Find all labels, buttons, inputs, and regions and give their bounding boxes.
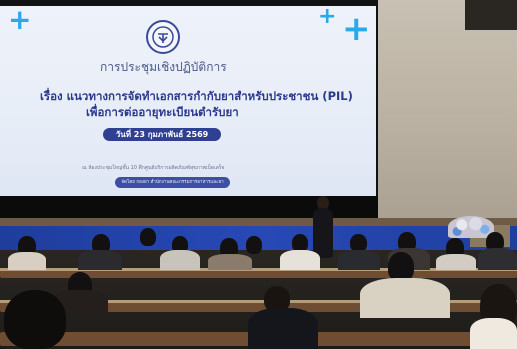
audience-member [4, 290, 66, 349]
audience-member [208, 254, 252, 270]
plus-decoration-icon: + [342, 9, 371, 49]
audience-member [360, 278, 450, 318]
seminar-photo: + + + การประชุมเชิงปฏิบัติการ เรื่อง แนว… [0, 0, 517, 349]
audience-member [338, 250, 380, 270]
plus-decoration-icon: + [8, 6, 32, 36]
audience-member [478, 248, 517, 270]
audience-member [140, 228, 156, 246]
right-wall [378, 0, 517, 235]
audience-member [280, 250, 320, 270]
projector-screen-frame: + + + การประชุมเชิงปฏิบัติการ เรื่อง แนว… [0, 0, 378, 220]
fda-logo-icon [146, 20, 180, 54]
audience [0, 228, 517, 349]
slide-title-line2: เพื่อการต่ออายุทะเบียนตำรับยา [86, 105, 239, 119]
slide-date-badge: วันที่ 23 กุมภาพันธ์ 2569 [103, 128, 221, 141]
ceiling-corner [465, 0, 517, 30]
audience-member [436, 254, 476, 270]
audience-member [160, 250, 200, 270]
slide-organizer-badge: จัดโดย กองยา สำนักงานคณะกรรมการอาหารและย… [115, 177, 230, 188]
audience-member [246, 236, 262, 254]
audience-member [470, 318, 517, 349]
presentation-slide: + + + การประชุมเชิงปฏิบัติการ เรื่อง แนว… [0, 6, 376, 196]
audience-member [78, 250, 122, 270]
plus-decoration-icon: + [318, 6, 337, 29]
audience-member [8, 252, 46, 270]
slide-venue: ณ ห้องประชุมใหญ่ชั้น 10 ตึกศูนย์บริการผล… [82, 165, 225, 171]
audience-member [248, 308, 318, 349]
slide-subtitle: การประชุมเชิงปฏิบัติการ [100, 60, 227, 74]
